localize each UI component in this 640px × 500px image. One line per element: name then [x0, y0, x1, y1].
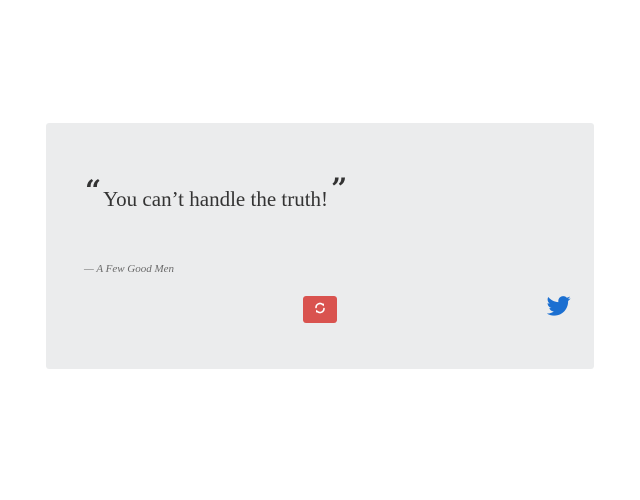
refresh-icon [314, 302, 326, 317]
close-quote-mark: ” [331, 172, 348, 205]
new-quote-button[interactable] [303, 296, 337, 323]
quote-text: You can’t handle the truth! [103, 187, 329, 211]
quote-card: “You can’t handle the truth!” — A Few Go… [46, 123, 594, 369]
open-quote-mark: “ [85, 174, 102, 207]
tweet-quote-button[interactable] [546, 295, 572, 321]
quote-text-block: “You can’t handle the truth!” [85, 175, 347, 211]
quote-source: — A Few Good Men [84, 263, 175, 275]
twitter-icon [546, 295, 571, 321]
